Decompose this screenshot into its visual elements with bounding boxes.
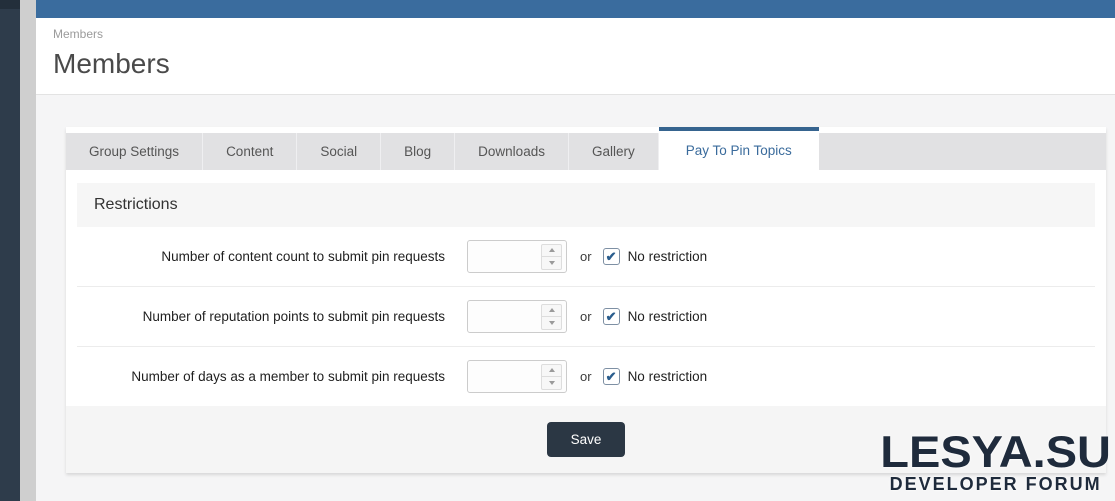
checkmark-icon: ✔ <box>605 368 617 384</box>
number-stepper <box>541 363 562 390</box>
arrow-up-icon <box>548 308 555 313</box>
no-restriction-checkbox[interactable]: ✔ <box>602 308 620 325</box>
tab-content[interactable]: Content <box>203 133 298 170</box>
form-row-content-count: Number of content count to submit pin re… <box>77 227 1095 287</box>
stepper-up-button[interactable] <box>542 365 561 377</box>
save-button[interactable]: Save <box>546 422 626 457</box>
number-stepper <box>541 303 562 330</box>
tab-bar-filler <box>818 133 1106 170</box>
no-restriction-label[interactable]: No restriction <box>628 369 708 384</box>
field-label: Number of reputation points to submit pi… <box>142 308 445 324</box>
top-accent-bar <box>36 0 1115 18</box>
no-restriction-checkbox[interactable]: ✔ <box>602 368 620 385</box>
arrow-up-icon <box>548 368 555 373</box>
arrow-down-icon <box>548 380 555 385</box>
arrow-down-icon <box>548 260 555 265</box>
checkmark-icon: ✔ <box>605 248 617 264</box>
no-restriction-checkbox[interactable]: ✔ <box>602 248 620 265</box>
days-as-member-input[interactable] <box>467 360 567 393</box>
tab-social[interactable]: Social <box>297 133 382 170</box>
or-label: or <box>580 309 592 324</box>
or-label: or <box>580 249 592 264</box>
no-restriction-label[interactable]: No restriction <box>628 309 708 324</box>
or-label: or <box>580 369 592 384</box>
settings-panel: Group Settings Content Social Blog Downl… <box>66 127 1106 473</box>
content-count-input[interactable] <box>467 240 567 273</box>
tab-group-settings[interactable]: Group Settings <box>66 133 204 170</box>
form-body: Restrictions Number of content count to … <box>66 170 1106 406</box>
tab-gallery[interactable]: Gallery <box>568 133 659 170</box>
admin-sidebar-rail <box>0 0 20 501</box>
collapsed-menu-rail <box>20 0 36 501</box>
form-row-days-as-member: Number of days as a member to submit pin… <box>77 347 1095 406</box>
arrow-down-icon <box>548 320 555 325</box>
number-stepper <box>541 243 562 270</box>
field-label: Number of content count to submit pin re… <box>161 248 445 264</box>
stepper-down-button[interactable] <box>542 256 561 269</box>
stepper-up-button[interactable] <box>542 305 561 317</box>
tab-bar: Group Settings Content Social Blog Downl… <box>66 127 1106 170</box>
reputation-points-input[interactable] <box>467 300 567 333</box>
tab-blog[interactable]: Blog <box>381 133 456 170</box>
stepper-down-button[interactable] <box>542 376 561 389</box>
breadcrumb[interactable]: Members <box>53 27 1115 41</box>
sidebar-rail-top-strip <box>0 0 20 9</box>
page-title: Members <box>53 48 170 79</box>
arrow-up-icon <box>548 248 555 253</box>
field-label: Number of days as a member to submit pin… <box>131 368 445 384</box>
tab-pay-to-pin-topics[interactable]: Pay To Pin Topics <box>658 127 819 170</box>
tab-downloads[interactable]: Downloads <box>455 133 569 170</box>
form-footer: Save <box>66 406 1106 473</box>
page-header: Members Members <box>36 18 1115 95</box>
checkmark-icon: ✔ <box>605 308 617 324</box>
stepper-down-button[interactable] <box>542 316 561 329</box>
section-header-restrictions: Restrictions <box>77 183 1095 227</box>
stepper-up-button[interactable] <box>542 245 561 257</box>
no-restriction-label[interactable]: No restriction <box>628 249 708 264</box>
main-content-area: Members Members Group Settings Content S… <box>36 0 1115 501</box>
form-row-reputation-points: Number of reputation points to submit pi… <box>77 287 1095 347</box>
